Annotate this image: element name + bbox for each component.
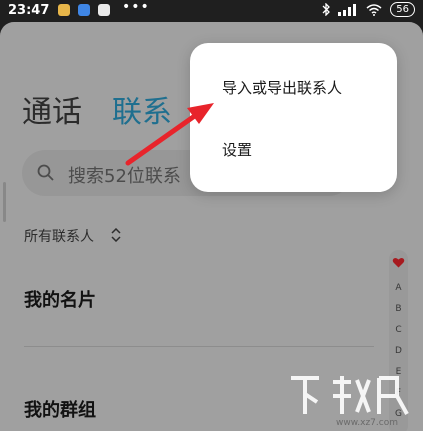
wifi-icon bbox=[366, 3, 382, 16]
watermark-logo-icon bbox=[291, 376, 409, 415]
status-time: 23:47 bbox=[8, 3, 50, 18]
watermark-url: www.xz7.com bbox=[336, 418, 398, 428]
bluetooth-icon bbox=[322, 3, 331, 16]
notification-app-icon bbox=[78, 4, 90, 16]
menu-item-settings[interactable]: 设置 bbox=[222, 139, 252, 160]
signal-icon bbox=[338, 3, 357, 16]
menu-item-import-export[interactable]: 导入或导出联系人 bbox=[222, 77, 342, 98]
notification-app-icon bbox=[98, 4, 110, 16]
overflow-menu: 导入或导出联系人 设置 bbox=[190, 43, 397, 192]
more-notifications-icon: ••• bbox=[122, 0, 150, 15]
battery-indicator: 56 bbox=[390, 2, 415, 17]
status-bar: 23:47 ••• 56 bbox=[0, 0, 423, 22]
notification-app-icon bbox=[58, 4, 70, 16]
